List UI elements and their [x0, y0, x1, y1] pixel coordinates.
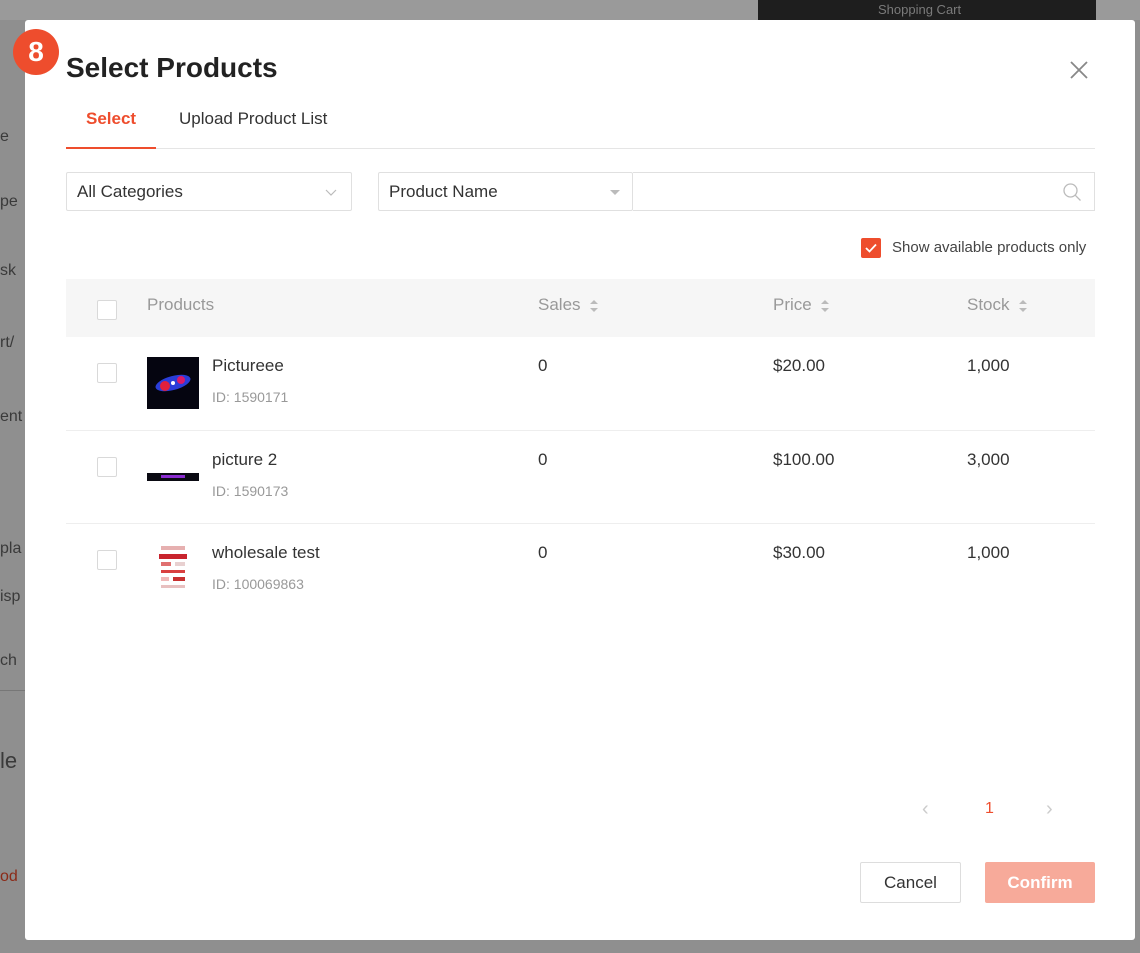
table-row: wholesale test ID: 100069863 0 $30.00 1,… [66, 524, 1095, 614]
product-thumbnail [147, 357, 199, 409]
product-stock: 1,000 [967, 543, 1010, 562]
search-input[interactable] [633, 172, 1095, 211]
background-fragment: pla [0, 540, 22, 557]
background-fragment: le [0, 748, 18, 773]
available-only-label: Show available products only [892, 239, 1087, 256]
product-price: $20.00 [773, 356, 825, 375]
background-cart-label: Shopping Cart [878, 2, 962, 17]
product-sales: 0 [538, 450, 548, 469]
sort-icon [590, 299, 599, 312]
caret-down-icon [610, 190, 620, 195]
column-header-products: Products [147, 295, 215, 314]
product-price: $30.00 [773, 543, 825, 562]
search-field-select[interactable]: Product Name [378, 172, 633, 211]
tab-bar: Select Upload Product List [66, 106, 1095, 149]
close-button[interactable] [1067, 58, 1091, 82]
step-number-badge: 8 [13, 29, 59, 75]
sort-icon [821, 299, 830, 312]
pagination-next-button[interactable]: › [1046, 798, 1053, 821]
category-select-value: All Categories [77, 182, 183, 201]
tab-select[interactable]: Select [66, 106, 157, 149]
product-stock: 1,000 [967, 356, 1010, 375]
row-checkbox[interactable] [97, 457, 117, 477]
background-divider [0, 690, 25, 691]
product-price: $100.00 [773, 450, 835, 469]
pagination-prev-button[interactable]: ‹ [922, 798, 929, 821]
column-header-price[interactable]: Price [773, 295, 830, 315]
background-fragment: isp [0, 588, 21, 605]
search-icon[interactable] [1062, 182, 1082, 202]
tab-upload-product-list[interactable]: Upload Product List [159, 106, 347, 149]
background-fragment: rt/ [0, 334, 15, 351]
product-id: ID: 100069863 [212, 576, 304, 592]
row-checkbox[interactable] [97, 363, 117, 383]
chevron-down-icon [325, 189, 337, 196]
product-id: ID: 1590173 [212, 483, 289, 499]
cancel-button[interactable]: Cancel [860, 862, 961, 903]
column-header-stock[interactable]: Stock [967, 295, 1028, 315]
table-row: picture 2 ID: 1590173 0 $100.00 3,000 [66, 431, 1095, 524]
product-sales: 0 [538, 543, 548, 562]
select-all-checkbox[interactable] [97, 300, 117, 320]
background-fragment: ent [0, 408, 23, 425]
checkmark-icon [865, 243, 877, 253]
product-sales: 0 [538, 356, 548, 375]
product-name: wholesale test [212, 543, 320, 562]
product-thumbnail [147, 451, 199, 503]
background-fragment: ch [0, 652, 17, 669]
pagination-page-1[interactable]: 1 [985, 800, 994, 818]
background-cart-button: Shopping Cart [758, 0, 1096, 20]
confirm-button[interactable]: Confirm [985, 862, 1095, 903]
modal-title: Select Products [66, 52, 278, 83]
close-icon [1070, 61, 1088, 79]
column-header-stock-label: Stock [967, 295, 1010, 314]
background-fragment: od [0, 868, 18, 885]
available-only-checkbox[interactable] [861, 238, 881, 258]
product-stock: 3,000 [967, 450, 1010, 469]
background-fragment: sk [0, 262, 16, 279]
product-thumbnail [147, 542, 199, 594]
column-header-price-label: Price [773, 295, 812, 314]
table-row: Pictureee ID: 1590171 0 $20.00 1,000 [66, 337, 1095, 431]
category-select[interactable]: All Categories [66, 172, 352, 211]
product-name: picture 2 [212, 450, 278, 469]
product-name: Pictureee [212, 356, 284, 375]
product-id: ID: 1590171 [212, 389, 289, 405]
column-header-sales-label: Sales [538, 295, 581, 314]
table-header: Products Sales Price Stock [66, 279, 1095, 337]
select-products-modal: Select Products Select Upload Product Li… [25, 20, 1135, 940]
row-checkbox[interactable] [97, 550, 117, 570]
sort-icon [1019, 299, 1028, 312]
background-fragment: e [0, 128, 9, 145]
column-header-sales[interactable]: Sales [538, 295, 599, 315]
search-field-value: Product Name [389, 182, 498, 201]
background-fragment: pe [0, 193, 18, 210]
